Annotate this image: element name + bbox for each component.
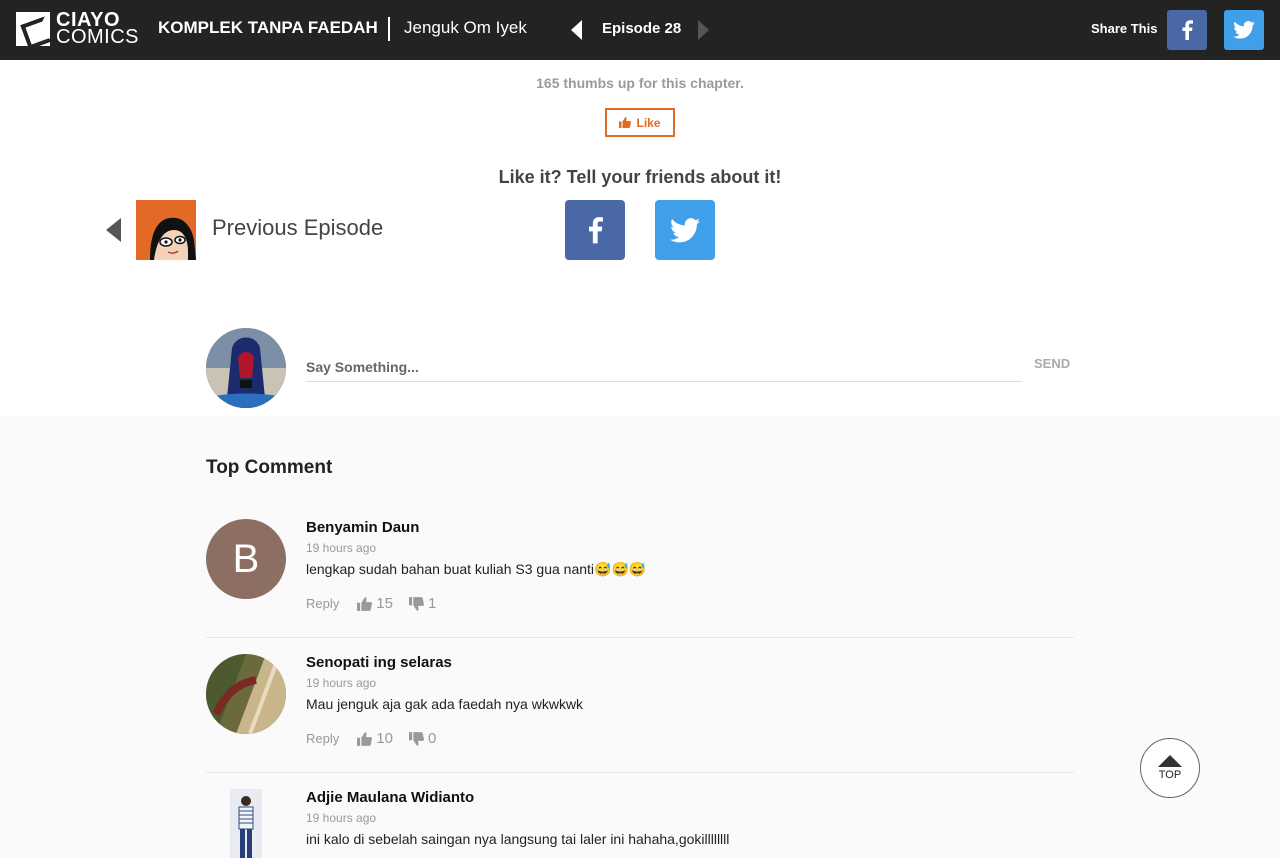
current-user-avatar[interactable] [206, 328, 286, 408]
comment-actions: Reply 15 1 [306, 595, 452, 612]
share-label: Share This [1091, 21, 1158, 36]
upvote-button[interactable]: 10 [357, 730, 393, 747]
upvote-count: 10 [376, 730, 393, 747]
thumbs-up-icon [357, 731, 373, 746]
commenter-name[interactable]: Senopati ing selaras [306, 654, 452, 671]
title-divider [388, 17, 390, 41]
thumbs-down-icon [408, 596, 424, 611]
tell-friends-heading: Like it? Tell your friends about it! [498, 167, 782, 187]
thumbs-up-icon [357, 596, 373, 611]
character-face-icon [136, 200, 196, 260]
like-button[interactable]: Like [605, 108, 675, 137]
back-to-top-button[interactable]: TOP [1140, 738, 1200, 798]
comment-divider [206, 772, 1074, 773]
chapter-title: Jenguk Om Iyek [404, 18, 527, 37]
twitter-share-button[interactable] [655, 200, 715, 260]
like-label: Like [636, 115, 661, 130]
downvote-button[interactable]: 1 [408, 595, 437, 612]
comment-actions: Reply 10 0 [306, 730, 452, 747]
thumbs-up-count: 165 thumbs up for this chapter. [536, 75, 744, 91]
comment-input[interactable] [306, 352, 1022, 382]
thumbs-up-icon [619, 117, 632, 128]
commenter-avatar[interactable] [206, 654, 286, 734]
twitter-icon [670, 217, 700, 242]
downvote-count: 1 [427, 595, 437, 612]
logo-line-2: COMICS [56, 26, 139, 48]
top-comment-heading: Top Comment [206, 457, 333, 478]
reply-button[interactable]: Reply [306, 731, 339, 746]
commenter-avatar[interactable] [230, 789, 262, 858]
comment-time: 19 hours ago [306, 811, 377, 825]
arrow-up-icon [1158, 755, 1182, 767]
comment-text: ini kalo di sebelah saingan nya langsung… [306, 831, 730, 847]
upvote-button[interactable]: 15 [357, 595, 393, 612]
back-to-top-label: TOP [1158, 769, 1182, 781]
header-facebook-share-button[interactable] [1167, 10, 1207, 50]
ciayo-logo-icon [16, 12, 50, 46]
avatar-letter: B [232, 536, 260, 581]
commenter-name[interactable]: Benyamin Daun [306, 519, 419, 536]
send-button[interactable]: SEND [1034, 356, 1070, 371]
downvote-count: 0 [427, 730, 437, 747]
comment-text: Mau jenguk aja gak ada faedah nya wkwkwk [306, 696, 584, 712]
facebook-share-button[interactable] [565, 200, 625, 260]
upvote-count: 15 [376, 595, 393, 612]
next-episode-arrow-icon [698, 20, 709, 40]
downvote-button[interactable]: 0 [408, 730, 437, 747]
ciayo-logo[interactable]: CIAYO COMICS [16, 10, 139, 48]
commenter-name[interactable]: Adjie Maulana Widianto [306, 789, 474, 806]
previous-episode-chevron-icon[interactable] [106, 218, 121, 242]
series-title[interactable]: KOMPLEK TANPA FAEDAH [158, 18, 378, 38]
header-twitter-share-button[interactable] [1224, 10, 1264, 50]
top-header: CIAYO COMICS KOMPLEK TANPA FAEDAH Jenguk… [0, 0, 1280, 60]
facebook-icon [1182, 20, 1193, 40]
motorbike-photo-icon [206, 328, 286, 408]
profile-photo-icon [230, 789, 262, 858]
reply-button[interactable]: Reply [306, 596, 339, 611]
comment-time: 19 hours ago [306, 541, 377, 555]
comment-time: 19 hours ago [306, 676, 377, 690]
previous-episode-link[interactable]: Previous Episode [212, 215, 383, 241]
thumbs-down-icon [408, 731, 424, 746]
twitter-icon [1233, 21, 1255, 39]
comment-text: lengkap sudah bahan buat kuliah S3 gua n… [306, 561, 647, 577]
profile-photo-icon [206, 654, 286, 734]
episode-label[interactable]: Episode 28 [602, 20, 681, 37]
facebook-icon [589, 217, 603, 244]
previous-episode-thumbnail[interactable] [136, 200, 196, 260]
commenter-avatar[interactable]: B [206, 519, 286, 599]
previous-episode-arrow-icon[interactable] [571, 20, 582, 40]
comment-divider [206, 637, 1074, 638]
